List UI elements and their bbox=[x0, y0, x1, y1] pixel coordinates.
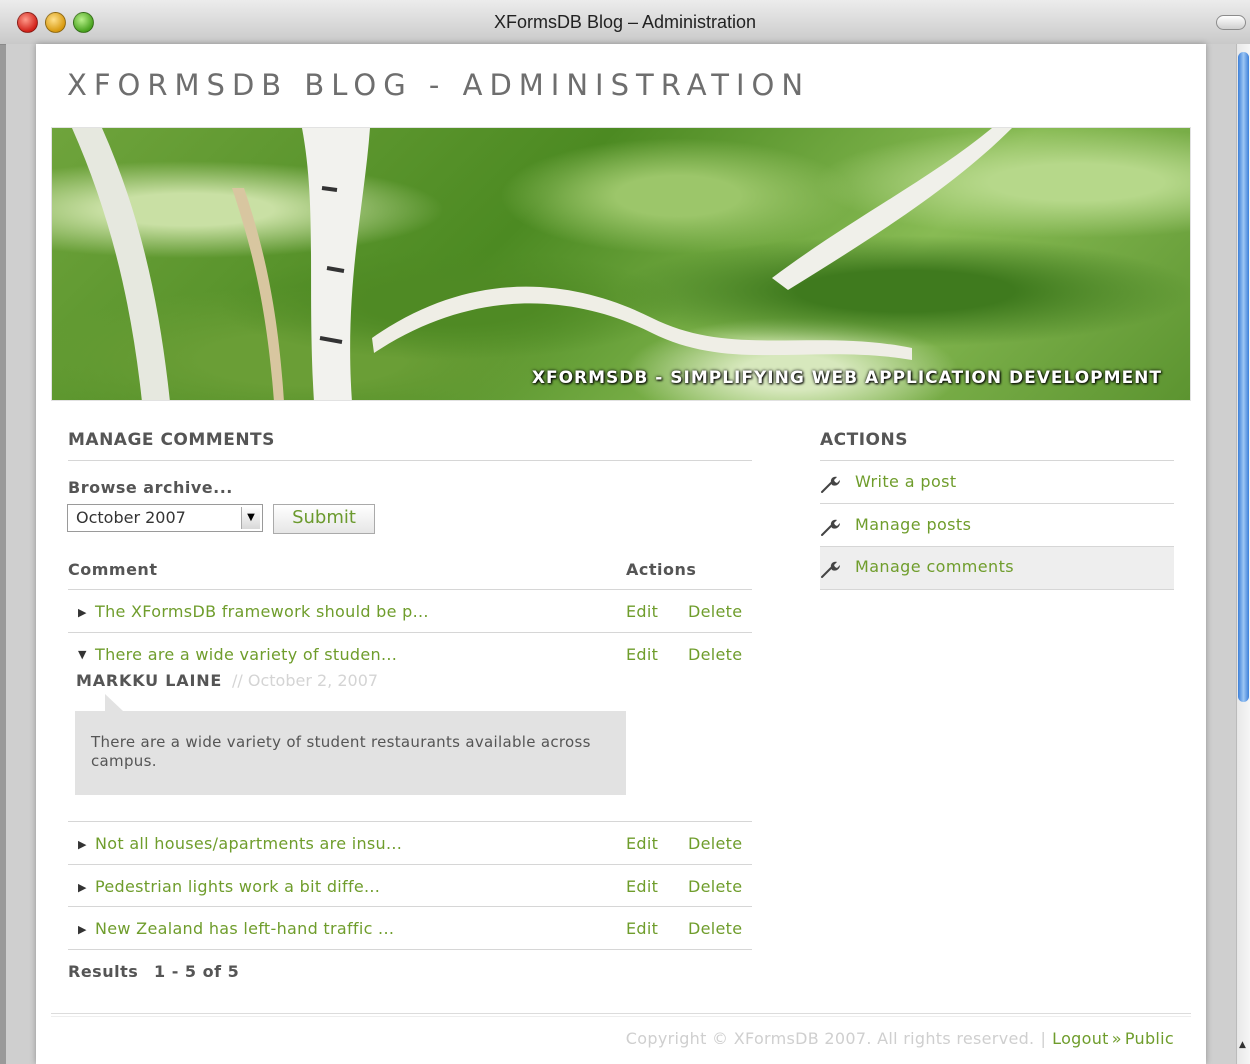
action-divider bbox=[820, 589, 1174, 590]
bubble-tail bbox=[105, 694, 123, 711]
scroll-arrow-icon[interactable]: ▲ bbox=[1239, 1040, 1246, 1050]
footer-separator: | bbox=[1040, 1029, 1047, 1048]
expand-triangle-icon[interactable]: ▶ bbox=[78, 606, 86, 619]
double-arrow-icon: » bbox=[1111, 1029, 1122, 1048]
edit-link[interactable]: Edit bbox=[626, 919, 658, 938]
archive-select[interactable]: October 2007 ▼ bbox=[67, 504, 263, 532]
edit-link[interactable]: Edit bbox=[626, 877, 658, 896]
collapse-triangle-icon[interactable]: ▼ bbox=[78, 648, 86, 661]
footer: Copyright © XFormsDB 2007. All rights re… bbox=[626, 1029, 1174, 1048]
action-manage-comments[interactable]: Manage comments bbox=[820, 547, 1174, 589]
scrollbar-thumb[interactable] bbox=[1238, 52, 1249, 702]
logout-link[interactable]: Logout bbox=[1052, 1029, 1109, 1048]
page: XFORMSDB BLOG - ADMINISTRATION XFORMSDB … bbox=[36, 44, 1206, 1064]
birch-tree-illustration bbox=[72, 128, 1012, 400]
comment-body: There are a wide variety of student rest… bbox=[91, 733, 591, 770]
copyright-text: Copyright © XFormsDB 2007. All rights re… bbox=[625, 1029, 1035, 1048]
actions-heading: ACTIONS bbox=[820, 430, 908, 450]
submit-button[interactable]: Submit bbox=[273, 504, 375, 534]
action-divider bbox=[820, 503, 1174, 504]
toolbar-toggle-button[interactable] bbox=[1216, 15, 1246, 30]
heading-divider bbox=[820, 460, 1174, 461]
row-divider bbox=[68, 821, 752, 822]
action-write-post[interactable]: Write a post bbox=[820, 462, 1174, 504]
browse-archive-label: Browse archive... bbox=[68, 478, 233, 497]
window-title: XFormsDB Blog – Administration bbox=[493, 12, 757, 32]
public-link[interactable]: Public bbox=[1125, 1029, 1174, 1048]
comment-title-link[interactable]: Not all houses/apartments are insu... bbox=[95, 834, 402, 853]
footer-divider bbox=[51, 1013, 1191, 1017]
archive-select-value: October 2007 bbox=[76, 508, 186, 527]
wrench-icon bbox=[821, 561, 840, 578]
delete-link[interactable]: Delete bbox=[688, 834, 742, 853]
edit-link[interactable]: Edit bbox=[626, 645, 658, 664]
browser-content: XFORMSDB BLOG - ADMINISTRATION XFORMSDB … bbox=[6, 44, 1236, 1064]
delete-link[interactable]: Delete bbox=[688, 877, 742, 896]
table-divider bbox=[68, 589, 752, 590]
delete-link[interactable]: Delete bbox=[688, 919, 742, 938]
action-label: Write a post bbox=[855, 472, 957, 491]
expand-triangle-icon[interactable]: ▶ bbox=[78, 881, 86, 894]
comment-title-link[interactable]: New Zealand has left-hand traffic ... bbox=[95, 919, 394, 938]
action-label: Manage comments bbox=[855, 557, 1014, 576]
comment-column-header: Comment bbox=[68, 560, 158, 579]
comment-body-bubble: There are a wide variety of student rest… bbox=[75, 694, 626, 795]
actions-column-header: Actions bbox=[626, 560, 697, 579]
chevron-down-icon[interactable]: ▼ bbox=[241, 507, 260, 529]
comment-date: // October 2, 2007 bbox=[232, 671, 379, 690]
results-label: Results bbox=[68, 962, 139, 981]
comment-title-link[interactable]: The XFormsDB framework should be p... bbox=[95, 602, 429, 621]
vertical-scrollbar[interactable]: ▲ bbox=[1236, 44, 1250, 1064]
header-banner: XFORMSDB - SIMPLIFYING WEB APPLICATION D… bbox=[51, 127, 1191, 401]
comment-title-link[interactable]: There are a wide variety of studen... bbox=[95, 645, 397, 664]
row-divider bbox=[68, 906, 752, 907]
edit-link[interactable]: Edit bbox=[626, 834, 658, 853]
results-range: 1 - 5 of 5 bbox=[154, 962, 240, 981]
wrench-icon bbox=[821, 519, 840, 536]
comment-title-link[interactable]: Pedestrian lights work a bit diffe... bbox=[95, 877, 380, 896]
comment-author: MARKKU LAINE bbox=[76, 671, 223, 690]
site-title: XFORMSDB BLOG - ADMINISTRATION bbox=[67, 68, 811, 102]
row-divider bbox=[68, 632, 752, 633]
delete-link[interactable]: Delete bbox=[688, 645, 742, 664]
expand-triangle-icon[interactable]: ▶ bbox=[78, 838, 86, 851]
row-divider bbox=[68, 949, 752, 950]
window-titlebar: XFormsDB Blog – Administration bbox=[0, 0, 1250, 45]
action-manage-posts[interactable]: Manage posts bbox=[820, 505, 1174, 547]
expand-triangle-icon[interactable]: ▶ bbox=[78, 923, 86, 936]
manage-comments-heading: MANAGE COMMENTS bbox=[68, 430, 275, 450]
wrench-icon bbox=[821, 476, 840, 493]
heading-divider bbox=[68, 460, 752, 461]
row-divider bbox=[68, 864, 752, 865]
delete-link[interactable]: Delete bbox=[688, 602, 742, 621]
action-label: Manage posts bbox=[855, 515, 972, 534]
banner-tagline: XFORMSDB - SIMPLIFYING WEB APPLICATION D… bbox=[531, 368, 1162, 388]
edit-link[interactable]: Edit bbox=[626, 602, 658, 621]
